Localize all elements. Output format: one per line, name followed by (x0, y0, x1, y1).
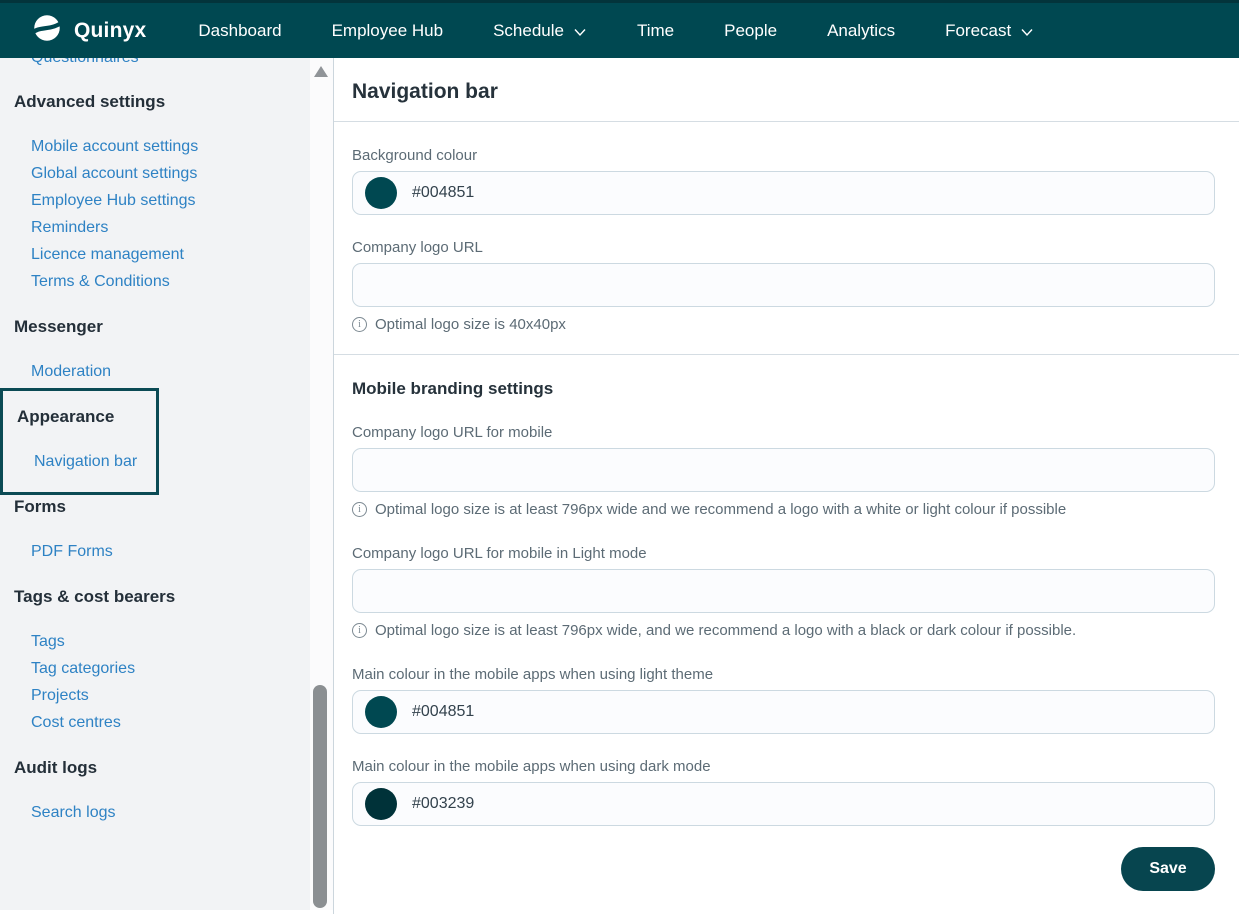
hint-text: Optimal logo size is at least 796px wide… (375, 501, 1066, 518)
sidebar-heading-advanced-settings: Advanced settings (0, 92, 310, 112)
top-navigation-bar: Quinyx Dashboard Employee Hub Schedule T… (0, 0, 1239, 58)
sidebar-item-global-account-settings[interactable]: Global account settings (0, 164, 310, 184)
nav-label: Schedule (493, 21, 564, 41)
sidebar-heading-audit-logs: Audit logs (0, 758, 310, 778)
sidebar-item-tag-categories[interactable]: Tag categories (0, 659, 310, 679)
bottom-strip (0, 910, 333, 914)
company-logo-url-input[interactable] (352, 263, 1215, 307)
brand-name: Quinyx (74, 19, 146, 43)
quinyx-logo-icon (30, 11, 64, 50)
save-button[interactable]: Save (1121, 847, 1215, 891)
colour-swatch (365, 696, 397, 728)
sidebar-item-tags[interactable]: Tags (0, 632, 310, 652)
nav-label: Time (637, 21, 674, 41)
hint-text: Optimal logo size is at least 796px wide… (375, 622, 1076, 639)
divider (334, 121, 1239, 122)
nav-item-people[interactable]: People (724, 21, 777, 41)
colour-value: #004851 (412, 703, 474, 721)
info-icon: i (352, 623, 367, 638)
sidebar-heading-messenger: Messenger (0, 317, 310, 337)
mobile-logo-url-input[interactable] (352, 448, 1215, 492)
mobile-branding-section-title: Mobile branding settings (352, 379, 1215, 399)
nav-label: Forecast (945, 21, 1011, 41)
sidebar-item-reminders[interactable]: Reminders (0, 218, 310, 238)
nav-item-forecast[interactable]: Forecast (945, 21, 1034, 41)
scrollbar-up-arrow-icon[interactable] (314, 66, 328, 77)
nav-label: People (724, 21, 777, 41)
sidebar-item-pdf-forms[interactable]: PDF Forms (0, 542, 310, 562)
sidebar-heading-tags-cost-bearers: Tags & cost bearers (0, 587, 310, 607)
nav-item-employee-hub[interactable]: Employee Hub (332, 21, 444, 41)
sidebar-item-cost-centres[interactable]: Cost centres (0, 713, 310, 733)
sidebar-item-questionnaires[interactable]: Questionnaires (0, 58, 310, 68)
navigation-bar-settings-panel: Navigation bar Background colour #004851… (333, 58, 1239, 914)
selected-section-outline: Appearance Navigation bar (0, 388, 159, 495)
quinyx-brand[interactable]: Quinyx (30, 11, 146, 50)
sidebar-item-licence-management[interactable]: Licence management (0, 245, 310, 265)
hint-text: Optimal logo size is 40x40px (375, 316, 566, 333)
nav-label: Dashboard (198, 21, 281, 41)
main-menu: Dashboard Employee Hub Schedule Time Peo… (198, 21, 1034, 41)
sidebar-heading-forms: Forms (0, 497, 310, 517)
mobile-logo-light-url-label: Company logo URL for mobile in Light mod… (352, 544, 1215, 564)
info-icon: i (352, 502, 367, 517)
colour-swatch (365, 788, 397, 820)
nav-item-analytics[interactable]: Analytics (827, 21, 895, 41)
nav-label: Employee Hub (332, 21, 444, 41)
mobile-logo-light-url-input[interactable] (352, 569, 1215, 613)
nav-item-dashboard[interactable]: Dashboard (198, 21, 281, 41)
main-colour-dark-input[interactable]: #003239 (352, 782, 1215, 826)
mobile-logo-hint: i Optimal logo size is at least 796px wi… (352, 501, 1215, 518)
mobile-logo-light-hint: i Optimal logo size is at least 796px wi… (352, 622, 1215, 639)
sidebar-item-terms-and-conditions[interactable]: Terms & Conditions (0, 272, 310, 292)
scrollbar-thumb[interactable] (313, 685, 327, 908)
sidebar-scrollbar[interactable] (310, 58, 333, 914)
colour-value: #004851 (412, 184, 474, 202)
company-logo-hint: i Optimal logo size is 40x40px (352, 316, 1215, 333)
company-logo-url-label: Company logo URL (352, 238, 1215, 258)
sidebar-item-moderation[interactable]: Moderation (0, 362, 310, 382)
sidebar-item-employee-hub-settings[interactable]: Employee Hub settings (0, 191, 310, 211)
sidebar-item-navigation-bar[interactable]: Navigation bar (3, 452, 156, 472)
sidebar-item-mobile-account-settings[interactable]: Mobile account settings (0, 137, 310, 157)
nav-item-schedule[interactable]: Schedule (493, 21, 587, 41)
main-colour-light-label: Main colour in the mobile apps when usin… (352, 665, 1215, 685)
background-colour-label: Background colour (352, 146, 1215, 166)
main-colour-dark-label: Main colour in the mobile apps when usin… (352, 757, 1215, 777)
nav-label: Analytics (827, 21, 895, 41)
page-title: Navigation bar (352, 58, 1215, 104)
chevron-down-icon (573, 24, 587, 38)
divider (334, 354, 1239, 355)
nav-item-time[interactable]: Time (637, 21, 674, 41)
sidebar-heading-appearance: Appearance (3, 407, 156, 427)
mobile-logo-url-label: Company logo URL for mobile (352, 423, 1215, 443)
sidebar-item-search-logs[interactable]: Search logs (0, 803, 310, 823)
settings-sidebar: Questionnaires Advanced settings Mobile … (0, 58, 310, 914)
background-colour-input[interactable]: #004851 (352, 171, 1215, 215)
main-colour-light-input[interactable]: #004851 (352, 690, 1215, 734)
chevron-down-icon (1020, 24, 1034, 38)
sidebar-item-projects[interactable]: Projects (0, 686, 310, 706)
colour-value: #003239 (412, 795, 474, 813)
colour-swatch (365, 177, 397, 209)
info-icon: i (352, 317, 367, 332)
